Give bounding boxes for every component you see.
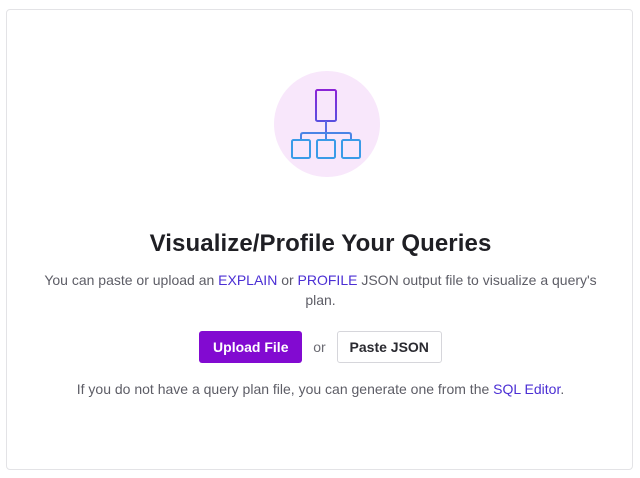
hint-text: If you do not have a query plan file, yo…: [7, 379, 634, 399]
page-title: Visualize/Profile Your Queries: [149, 230, 492, 257]
hint-suffix: .: [560, 381, 565, 397]
hint-label: If you do not have a query plan file, yo…: [76, 381, 494, 397]
or-label: or: [313, 339, 326, 355]
upload-file-button[interactable]: Upload File: [199, 331, 303, 363]
action-row: Upload File or Paste JSON: [7, 331, 634, 363]
description-text: You can paste or upload an: [44, 272, 219, 288]
explain-link[interactable]: EXPLAIN: [218, 272, 277, 288]
description: You can paste or upload an EXPLAIN or PR…: [37, 270, 604, 310]
description-text: or: [277, 272, 298, 288]
illustration-circle: [274, 71, 380, 177]
sql-editor-link[interactable]: SQL Editor: [493, 381, 560, 397]
query-plan-tree-icon: [291, 89, 361, 159]
empty-state-card: Visualize/Profile Your Queries You can p…: [6, 9, 633, 470]
paste-json-button[interactable]: Paste JSON: [336, 331, 442, 363]
profile-link[interactable]: PROFILE: [298, 272, 358, 288]
